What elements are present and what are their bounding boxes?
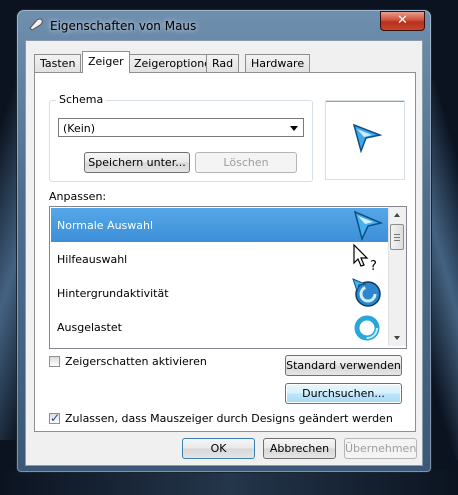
customize-label: Anpassen:: [49, 190, 107, 203]
close-button[interactable]: ✕: [380, 11, 425, 31]
themes-change-pointers-label: Zulassen, dass Mauszeiger durch Designs …: [65, 412, 393, 425]
apply-button[interactable]: Übernehmen: [344, 438, 417, 459]
grip-line: [394, 240, 400, 241]
mouse-properties-dialog: Eigenschaften von Maus ✕ Tasten Zeiger Z…: [17, 10, 431, 472]
pointer-shadow-label: Zeigerschatten aktivieren: [65, 355, 207, 368]
use-default-button[interactable]: Standard verwenden: [285, 355, 402, 376]
scheme-group-label: Schema: [56, 93, 107, 106]
preview-divider: [326, 101, 404, 102]
tab-rad[interactable]: Rad: [206, 54, 240, 72]
ok-button[interactable]: OK: [182, 438, 255, 459]
tab-zeiger[interactable]: Zeiger: [82, 51, 130, 73]
list-item-normal-select[interactable]: Normale Auswahl: [51, 208, 389, 242]
window-title: Eigenschaften von Maus: [50, 19, 197, 33]
dialog-client-area: Tasten Zeiger Zeigeroptionen Rad Hardwar…: [25, 40, 423, 466]
scheme-group: Schema (Kein) Speichern unter... Löschen: [49, 93, 313, 182]
tab-hardware[interactable]: Hardware: [245, 54, 311, 72]
list-item-label: Normale Auswahl: [57, 219, 154, 232]
list-item-label: Hintergrundaktivität: [57, 287, 169, 300]
scheme-selected-value: (Kein): [63, 122, 96, 135]
save-as-button[interactable]: Speichern unter...: [84, 152, 190, 173]
working-in-background-cursor-icon: [352, 278, 381, 307]
list-item-label: Hilfeauswahl: [57, 253, 128, 266]
svg-text:?: ?: [370, 259, 377, 274]
busy-cursor-icon: [354, 315, 380, 341]
scroll-up-arrow-icon[interactable]: [394, 213, 400, 217]
title-bar[interactable]: Eigenschaften von Maus ✕: [17, 10, 431, 40]
chevron-down-icon: [290, 126, 298, 131]
delete-scheme-button[interactable]: Löschen: [195, 152, 297, 173]
arrow-cursor-icon: [352, 123, 382, 153]
cursor-list[interactable]: Normale Auswahl Hilfeauswahl ? Hintergru…: [49, 206, 407, 349]
arrow-cursor-icon: [353, 210, 383, 241]
mouse-app-icon: [29, 18, 43, 31]
browse-button[interactable]: Durchsuchen...: [285, 383, 402, 404]
cursor-preview: [325, 100, 405, 180]
list-item-label: Ausgelastet: [57, 321, 122, 334]
grip-line: [394, 234, 400, 235]
checkmark-icon: ✓: [50, 411, 61, 425]
tab-tasten[interactable]: Tasten: [34, 54, 82, 72]
scheme-dropdown[interactable]: (Kein): [58, 118, 304, 137]
themes-change-pointers-checkbox[interactable]: ✓: [49, 411, 61, 425]
scroll-down-arrow-icon[interactable]: [394, 336, 400, 340]
scrollbar-thumb[interactable]: [390, 224, 404, 250]
list-item-busy[interactable]: Ausgelastet: [51, 310, 389, 344]
list-scrollbar[interactable]: [388, 207, 406, 346]
list-item-help-select[interactable]: Hilfeauswahl ?: [51, 242, 389, 276]
help-cursor-icon: ?: [353, 243, 377, 274]
close-icon: ✕: [397, 13, 408, 28]
pointer-shadow-checkbox[interactable]: [49, 356, 60, 367]
pointer-tab-panel: Schema (Kein) Speichern unter... Löschen…: [34, 72, 416, 432]
grip-line: [394, 237, 400, 238]
list-item-working-in-background[interactable]: Hintergrundaktivität: [51, 276, 389, 310]
cancel-button[interactable]: Abbrechen: [263, 438, 336, 459]
